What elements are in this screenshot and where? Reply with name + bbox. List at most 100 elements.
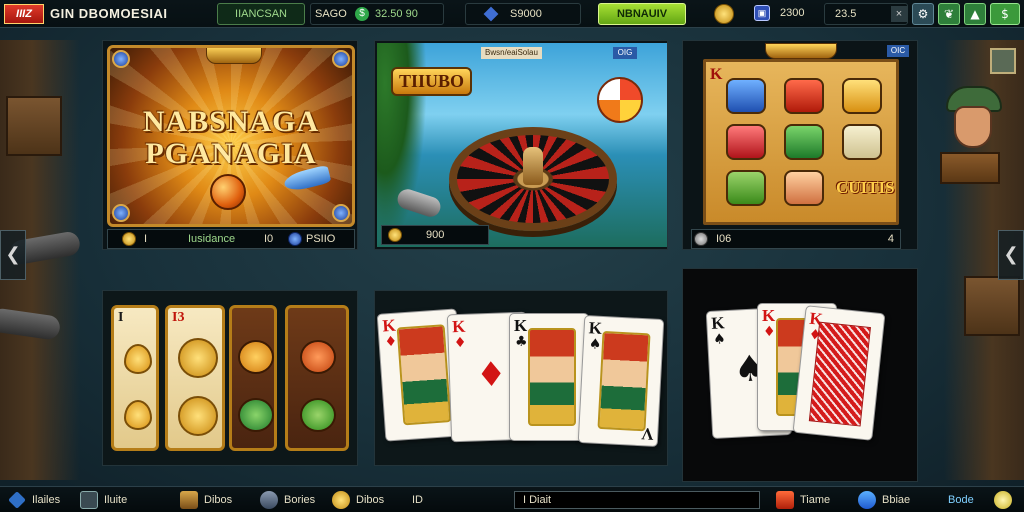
playing-card: K ♦ [792,305,886,441]
nav-label: ID [412,494,423,506]
playing-card: K ♠ V [577,314,665,448]
game-thumbnail[interactable]: K CUITIS [703,59,899,225]
nav-label: Iluite [104,494,128,506]
fruit-icon [210,174,246,210]
coin-icon [714,4,734,24]
diamond-icon: ♦ [453,334,467,352]
lime-icon [300,398,336,432]
reel-card: I3 [165,305,225,451]
crate-image [964,276,1020,336]
gem-icon [112,204,130,222]
playing-card: K ♣ [509,313,589,441]
mask-icon [784,170,824,206]
leaf-icon[interactable]: ❦ [938,3,960,25]
queen-portrait [597,330,651,432]
reel-card [285,305,349,451]
chip-icon [694,232,708,246]
game-card-slots[interactable]: OIC K CUITIS I06 4 [682,40,918,250]
heart-icon [858,491,876,509]
game-badge: OIC [887,45,909,57]
game-wordmark: CUITIS [836,178,895,197]
game-badge: OIG [613,47,637,59]
bottom-bar: Ilailes Iluite Dibos Bories Dibos ID I D… [0,486,1024,512]
cannon-image [0,307,62,341]
card-rank: K [710,66,723,83]
tab-main[interactable]: IIANCSAN [217,3,305,25]
game-thumbnail[interactable]: Bwsn/eaiSolau OIG TIIUBO [377,43,667,247]
card-pattern [808,321,871,427]
nav-label: Bories [284,494,316,506]
prev-arrow[interactable]: ❮ [0,230,26,280]
money-icon[interactable]: $ [990,3,1020,25]
gem-value: S9000 [510,8,542,20]
leaf-icon [784,124,824,160]
gem-icon [332,50,350,68]
game-suffix: 4 [887,233,894,245]
roulette-hub [523,147,543,185]
nav-label: Ilailes [32,494,61,506]
orange-icon [238,340,274,374]
nav-label: Dibos [204,494,233,506]
site-logo[interactable]: IIIZ [4,4,44,24]
spade-icon: ♠ [588,336,602,353]
game-thumbnail[interactable]: NABSNAGA PGANAGIA [107,45,355,227]
search-field-text: I Diait [523,494,552,506]
game-card-roulette[interactable]: Bwsn/eaiSolau OIG TIIUBO 900 [374,40,668,250]
badge-balance: ▣ 2300 [752,3,816,25]
crown-icon [260,491,278,509]
gem-icon [483,6,499,22]
treasure-chest [940,152,1000,184]
gear-icon[interactable]: ⚙ [912,3,934,25]
badge-value: 2300 [780,7,805,19]
pirate-face [954,106,992,148]
peach-icon [300,340,336,374]
game-card-poker[interactable]: K ♦ K ♦ ♦ K ♣ K ♠ V [374,290,668,466]
fruit-icon [726,170,766,206]
game-logo: TIIUBO [391,67,473,96]
gift-icon [776,491,794,509]
balance-display: 23.5 × [824,3,908,25]
king-portrait [396,324,452,426]
club-icon: ♣ [515,334,528,350]
game-info-bar: I Iusidance I0 PSIIO [107,229,355,249]
coin-icon [178,396,218,436]
coin-icon [388,228,402,242]
up-arrow-icon[interactable]: ▲ [964,3,986,25]
stat-display: SAGO $ 32.50 90 [310,3,444,25]
meat-icon [726,124,766,160]
coin-icon [994,491,1012,509]
reel-card [229,305,277,451]
search-field[interactable]: I Diait [514,491,760,509]
melon-icon [238,398,274,432]
diamond-icon: ♦ [475,354,508,396]
card-rank: I3 [172,310,185,325]
balance-value: 23.5 [835,8,857,20]
game-card-treasure[interactable]: NABSNAGA PGANAGIA I Iusidance I0 PSIIO [102,40,358,250]
chest-icon [180,491,198,509]
cta-button[interactable]: NBNAUIV [598,3,686,25]
gem-balance: S9000 [465,3,581,25]
card-rank: K [762,306,776,325]
crest-ornament [206,48,262,64]
close-icon[interactable]: × [891,6,907,22]
game-info-bar: 900 [381,225,489,245]
shoe-icon [842,78,882,114]
game-info-bar: I06 4 [691,229,901,249]
game-card-blackjack[interactable]: K ♠ ♠ K ♦ K ♦ [682,268,918,482]
shield-icon: ▣ [754,5,770,21]
card-rank: K [514,316,528,335]
next-arrow[interactable]: ❮ [998,230,1024,280]
bar-prefix: I [144,233,148,245]
coin-icon [122,232,136,246]
diamond-icon: ♦ [384,333,398,351]
pot-icon [784,78,824,114]
pirate-character [940,86,1006,186]
gem-icon [288,232,302,246]
game-card-slot-reels[interactable]: I I3 [102,290,358,466]
crest-ornament [765,43,837,59]
drop-icon [124,344,152,374]
site-name: GIN DBOMOESIAI [50,6,168,21]
side-menu-button[interactable] [990,48,1016,74]
nav-label: Tiame [800,494,831,506]
coin-icon [178,338,218,378]
